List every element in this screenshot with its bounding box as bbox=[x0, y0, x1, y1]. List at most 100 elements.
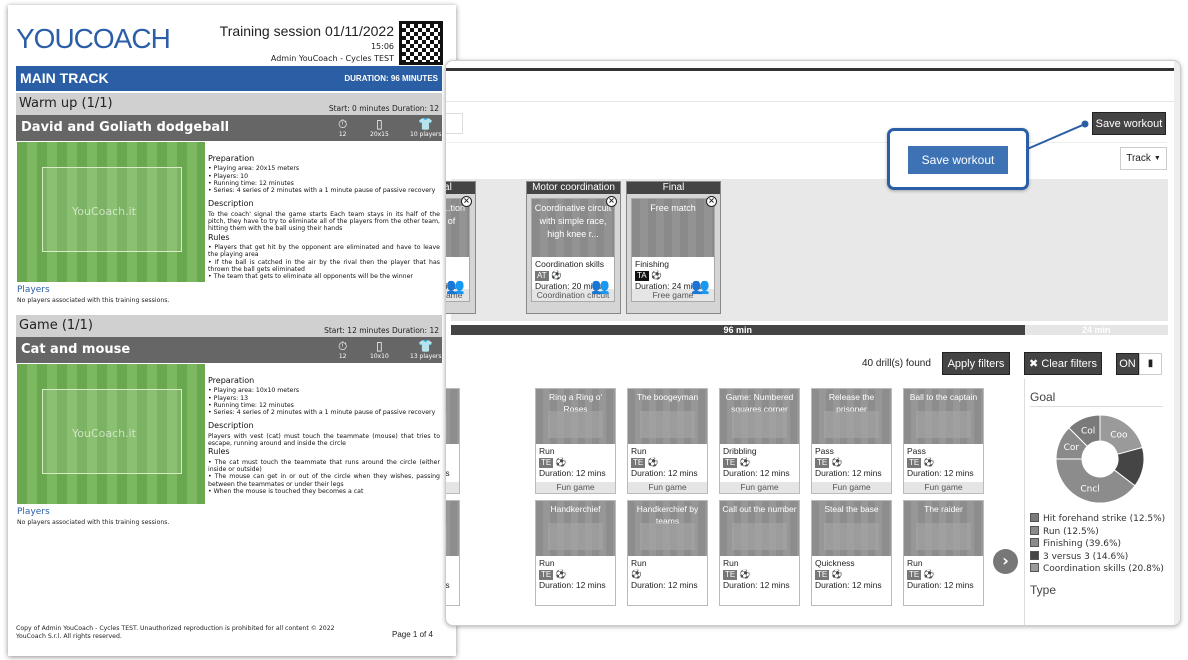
close-icon[interactable]: × bbox=[461, 196, 472, 207]
track-phase: Final Free match Finishing TA ⚽ Duration… bbox=[626, 181, 721, 314]
ball-icon: ⚽ bbox=[923, 569, 935, 579]
stat-area: 20x15 bbox=[370, 131, 389, 138]
phase-drill-card[interactable]: Coordinative circuit with simple race, h… bbox=[531, 198, 615, 302]
assign-players-icon[interactable]: 👥 bbox=[446, 277, 465, 295]
goal-legend: Hit forehand strike (12.5%) Run (12.5%) Fi… bbox=[1030, 513, 1165, 576]
phase-timing: Start: 0 minutes Duration: 12 bbox=[328, 104, 439, 113]
rule-item: • If the ball is catched in the air by t… bbox=[208, 258, 440, 273]
drill-type: Fun game bbox=[628, 482, 707, 493]
drill-card[interactable]: Game: Numbered squares corner Dribbling … bbox=[719, 388, 800, 494]
pdf-footer: Copy of Admin YouCoach - Cycles TEST. Un… bbox=[16, 625, 335, 640]
preparation-item: • Series: 4 series of 2 minutes with a 1… bbox=[208, 187, 436, 195]
ball-icon: ⚽ bbox=[739, 457, 751, 467]
preparation-item: • Playing area: 10x10 meters bbox=[208, 387, 300, 395]
preparation-item: • Playing area: 20x15 meters bbox=[208, 165, 300, 173]
phase-drill-card[interactable]: Free match Finishing TA ⚽ Duration: 24 m… bbox=[631, 198, 715, 302]
drill-goal: Pass bbox=[907, 446, 926, 456]
drill-duration: Duration: 12 mins bbox=[907, 468, 974, 478]
bar-chart-icon[interactable]: ▮ bbox=[1139, 353, 1162, 375]
drill-goal: Run bbox=[907, 558, 923, 568]
legend-swatch bbox=[1030, 513, 1039, 522]
drill-title: Handkerchief by teams bbox=[628, 501, 707, 556]
drill-card[interactable]: The boogeyman Run TE ⚽ Duration: 12 mins… bbox=[627, 388, 708, 494]
drill-card[interactable]: Ring a Ring o' Roses Run TE ⚽ Duration: … bbox=[535, 388, 616, 494]
drill-type: Fun game bbox=[720, 482, 799, 493]
phase-header: Motor coordination bbox=[527, 182, 620, 194]
save-workout-button[interactable]: Save workout bbox=[1092, 112, 1166, 135]
assign-players-icon[interactable]: 👥 bbox=[591, 277, 610, 295]
type-filter-title: Type bbox=[1030, 583, 1057, 597]
drill-card[interactable]: Release the prisoner Pass TE ⚽ Duration:… bbox=[811, 388, 892, 494]
drill-diagram: YouCoach.it bbox=[17, 364, 205, 504]
track-dropdown-label: Track bbox=[1126, 153, 1151, 164]
phase-title: Warm up (1/1) bbox=[19, 96, 113, 111]
assign-players-icon[interactable]: 👥 bbox=[691, 277, 710, 295]
ball-icon: ⚽ bbox=[551, 270, 562, 280]
clear-filters-button[interactable]: ✖ Clear filters bbox=[1024, 352, 1102, 375]
drill-diagram: YouCoach.it bbox=[17, 142, 205, 282]
drill-text: Preparation • Playing area: 10x10 meters •… bbox=[208, 374, 440, 495]
drill-card[interactable]: Call out the number Run TE ⚽ Duration: 1… bbox=[719, 500, 800, 606]
drill-title: Ring a Ring o' Roses bbox=[536, 389, 615, 444]
preparation-item: • Running time: 12 minutes bbox=[208, 179, 294, 187]
drill-card[interactable]: Handkerchief by teams Run ⚽ Duration: 12… bbox=[627, 500, 708, 606]
rule-item: • Players that get hit by the opponent a… bbox=[208, 243, 440, 259]
field-stat: ▯ 10x10 bbox=[370, 339, 389, 360]
drill-card[interactable]: Steal the base Quickness TE ⚽ Duration: … bbox=[811, 500, 892, 606]
drill-card[interactable]: The guardian Run TE ⚽ Duration: 12 mins … bbox=[446, 388, 460, 494]
donut-slice-label: Cncl bbox=[1080, 484, 1099, 494]
callout-box: Save workout bbox=[887, 128, 1029, 190]
goal-donut-chart: Coo Cncl CorCol bbox=[1055, 414, 1145, 504]
drill-goal: Coordination skills bbox=[535, 259, 604, 269]
ball-icon: ⚽ bbox=[555, 457, 567, 467]
legend-item[interactable]: Run (12.5%) bbox=[1030, 525, 1165, 539]
search-input[interactable] bbox=[446, 113, 463, 134]
legend-label: Run (12.5%) bbox=[1043, 526, 1099, 537]
stopwatch-icon: ⏱ bbox=[338, 339, 348, 353]
drill-card[interactable]: Handkerchief Run TE ⚽ Duration: 12 mins bbox=[535, 500, 616, 606]
drill-card[interactable]: Ball to the captain Pass TE ⚽ Duration: … bbox=[903, 388, 984, 494]
legend-item[interactable]: Finishing (39.6%) bbox=[1030, 538, 1165, 551]
drill-goal: Finishing bbox=[635, 259, 670, 269]
drill-tag: TE bbox=[907, 570, 922, 580]
scrollbar[interactable] bbox=[1174, 61, 1180, 625]
drill-card[interactable]: The raider Run TE ⚽ Duration: 12 mins bbox=[903, 500, 984, 606]
stat-players: 10 players bbox=[410, 131, 442, 138]
drill-title: Game: Numbered squares corner bbox=[720, 389, 799, 444]
page-number: Page 1 of 4 bbox=[392, 630, 433, 639]
rule-item: • The cat must touch the teammate that r… bbox=[208, 458, 440, 473]
drill-title: Coordinative circuit with simple race, h… bbox=[532, 199, 614, 257]
legend-label: Hit forehand strike (12.5%) bbox=[1043, 514, 1166, 524]
track-phases-panel: Situational 3 against 3 - ...tion and se… bbox=[446, 179, 1168, 321]
next-page-chevron-icon[interactable]: › bbox=[993, 549, 1018, 574]
drill-tag: TE bbox=[539, 570, 554, 580]
donut-slice-label: Coo bbox=[1110, 430, 1128, 440]
drill-card[interactable]: The labyrinth Run ⚽ Duration: 12 mins bbox=[446, 500, 460, 606]
close-icon[interactable]: × bbox=[706, 196, 717, 207]
close-icon[interactable]: × bbox=[606, 196, 617, 207]
players-stat: 👕 13 players bbox=[410, 339, 442, 360]
legend-item[interactable]: Hit forehand strike (12.5%) bbox=[1030, 513, 1165, 526]
save-workout-highlight-button[interactable]: Save workout bbox=[908, 146, 1008, 174]
donut-slice-label: Col bbox=[1081, 426, 1095, 436]
drill-title: The guardian bbox=[446, 389, 459, 444]
drill-title: 3 against 3 - ...tion and search of dept… bbox=[446, 199, 469, 257]
legend-swatch bbox=[1030, 525, 1039, 535]
drill-title: The boogeyman bbox=[628, 389, 707, 444]
drill-title: Steal the base bbox=[812, 501, 891, 556]
drill-header: David and Goliath dodgeball ⏱ 12 ▯ 20x15 👕… bbox=[16, 115, 442, 141]
toggle-on-button[interactable]: ON bbox=[1116, 353, 1139, 375]
watermark: YouCoach.it bbox=[72, 205, 136, 218]
legend-item[interactable]: 3 versus 3 (14.6%) bbox=[1030, 550, 1165, 564]
legend-item[interactable]: Coordination skills (20.8%) bbox=[1030, 563, 1165, 576]
phase-title: Game (1/1) bbox=[19, 318, 93, 333]
remaining-duration-label: 24 min bbox=[1082, 325, 1111, 335]
apply-filters-button[interactable]: Apply filters bbox=[942, 352, 1010, 375]
track-dropdown[interactable]: Track ▼ bbox=[1120, 147, 1167, 170]
legend-swatch bbox=[1030, 538, 1039, 547]
goal-filter-title: Goal bbox=[1030, 390, 1056, 404]
drill-duration: Duration: 12 mins bbox=[631, 580, 698, 590]
rule-item: • The team that gets to eliminate all op… bbox=[208, 273, 413, 281]
phase-drill-card[interactable]: 3 against 3 - ...tion and search of dept… bbox=[446, 198, 470, 302]
drill-duration: Duration: 12 mins bbox=[539, 580, 606, 590]
